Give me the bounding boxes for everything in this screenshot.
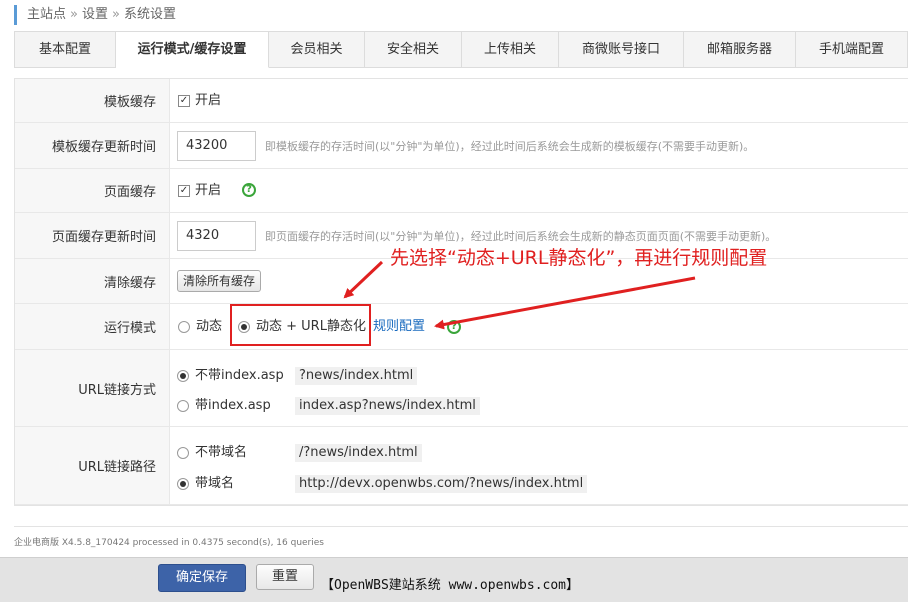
rule-config-link[interactable]: 规则配置 [373, 319, 425, 335]
clear-all-cache-button[interactable]: 清除所有缓存 [177, 270, 262, 292]
url-mode-no-index-label: 不带index.asp [195, 368, 284, 383]
url-mode-no-index-radio[interactable] [177, 370, 189, 382]
url-mode-row: URL链接方式 不带index.asp ?news/index.html 带in… [15, 350, 908, 427]
breadcrumb: 主站点» 设置» 系统设置 [14, 5, 176, 25]
breadcrumb-item-system-settings: 系统设置 [123, 7, 176, 22]
url-path-with-domain-label: 带域名 [195, 476, 235, 491]
template-cache-time-row: 模板缓存更新时间 43200 即模板缓存的存活时间(以"分钟"为单位)，经过此时… [15, 123, 908, 169]
save-button[interactable]: 确定保存 [158, 564, 246, 592]
run-mode-dynamic-label: 动态 [196, 319, 223, 334]
url-path-with-domain-example: http://devx.openwbs.com/?news/index.html [295, 475, 588, 493]
template-cache-row: 模板缓存 ✓ 开启 [15, 79, 908, 123]
clear-cache-label: 清除缓存 [15, 259, 170, 303]
page-cache-checkbox-label: 开启 [195, 183, 222, 198]
url-mode-with-index-label: 带index.asp [195, 398, 271, 413]
footer-processing-note: 企业电商版 X4.5.8_170424 processed in 0.4375 … [14, 538, 324, 548]
url-path-row: URL链接路径 不带域名 /?news/index.html 带域名 http:… [15, 427, 908, 505]
tab-basic-config[interactable]: 基本配置 [15, 32, 116, 68]
page-cache-time-hint: 即页面缓存的存活时间(以"分钟"为单位)，经过此时间后系统会生成新的静态页面页面… [265, 230, 777, 243]
breadcrumb-separator: » [70, 7, 78, 22]
tab-merchant-account-api[interactable]: 商微账号接口 [559, 32, 684, 68]
template-cache-time-label: 模板缓存更新时间 [15, 123, 170, 168]
tab-mobile-config[interactable]: 手机端配置 [796, 32, 908, 68]
tab-run-mode-cache[interactable]: 运行模式/缓存设置 [116, 32, 269, 68]
footer-divider [14, 526, 908, 527]
page-cache-row: 页面缓存 ✓ 开启 ? [15, 169, 908, 213]
page-cache-time-label: 页面缓存更新时间 [15, 213, 170, 258]
page-cache-checkbox[interactable]: ✓ [178, 185, 190, 197]
tab-upload[interactable]: 上传相关 [462, 32, 559, 68]
template-cache-checkbox[interactable]: ✓ [178, 95, 190, 107]
url-path-no-domain-radio[interactable] [177, 447, 189, 459]
annotation-text: 先选择“动态+URL静态化”，再进行规则配置 [390, 247, 768, 269]
run-mode-dynamic-radio[interactable] [178, 321, 190, 333]
site-credit: 【OpenWBS建站系统 www.openwbs.com】 [321, 578, 580, 593]
breadcrumb-item-settings[interactable]: 设置 [82, 7, 108, 22]
settings-form: 模板缓存 ✓ 开启 模板缓存更新时间 43200 即模板缓存的存活时间(以"分钟… [14, 78, 908, 506]
question-icon[interactable]: ? [242, 183, 256, 197]
breadcrumb-item-home[interactable]: 主站点 [27, 7, 66, 22]
reset-button[interactable]: 重置 [256, 564, 314, 590]
url-path-with-domain-radio[interactable] [177, 478, 189, 490]
annotation-highlight-box [230, 304, 371, 346]
tab-member[interactable]: 会员相关 [269, 32, 365, 68]
template-cache-checkbox-label: 开启 [195, 93, 222, 108]
run-mode-label: 运行模式 [15, 304, 170, 349]
tab-mail-server[interactable]: 邮箱服务器 [684, 32, 796, 68]
breadcrumb-separator: » [112, 7, 120, 22]
page-cache-time-input[interactable]: 4320 [177, 221, 256, 251]
page-cache-label: 页面缓存 [15, 169, 170, 212]
template-cache-label: 模板缓存 [15, 79, 170, 122]
run-mode-row: 运行模式 动态 动态 + URL静态化 规则配置 ? [15, 304, 908, 350]
url-mode-with-index-radio[interactable] [177, 400, 189, 412]
url-path-no-domain-example: /?news/index.html [295, 444, 422, 462]
tab-security[interactable]: 安全相关 [365, 32, 462, 68]
template-cache-time-input[interactable]: 43200 [177, 131, 256, 161]
url-path-label: URL链接路径 [15, 427, 170, 504]
url-mode-label: URL链接方式 [15, 350, 170, 426]
settings-tabs: 基本配置 运行模式/缓存设置 会员相关 安全相关 上传相关 商微账号接口 邮箱服… [14, 31, 908, 68]
question-icon[interactable]: ? [447, 320, 461, 334]
template-cache-time-hint: 即模板缓存的存活时间(以"分钟"为单位)，经过此时间后系统会生成新的模板缓存(不… [265, 140, 755, 153]
url-mode-no-index-example: ?news/index.html [295, 367, 418, 385]
url-mode-with-index-example: index.asp?news/index.html [295, 397, 480, 415]
url-path-no-domain-label: 不带域名 [195, 445, 248, 460]
